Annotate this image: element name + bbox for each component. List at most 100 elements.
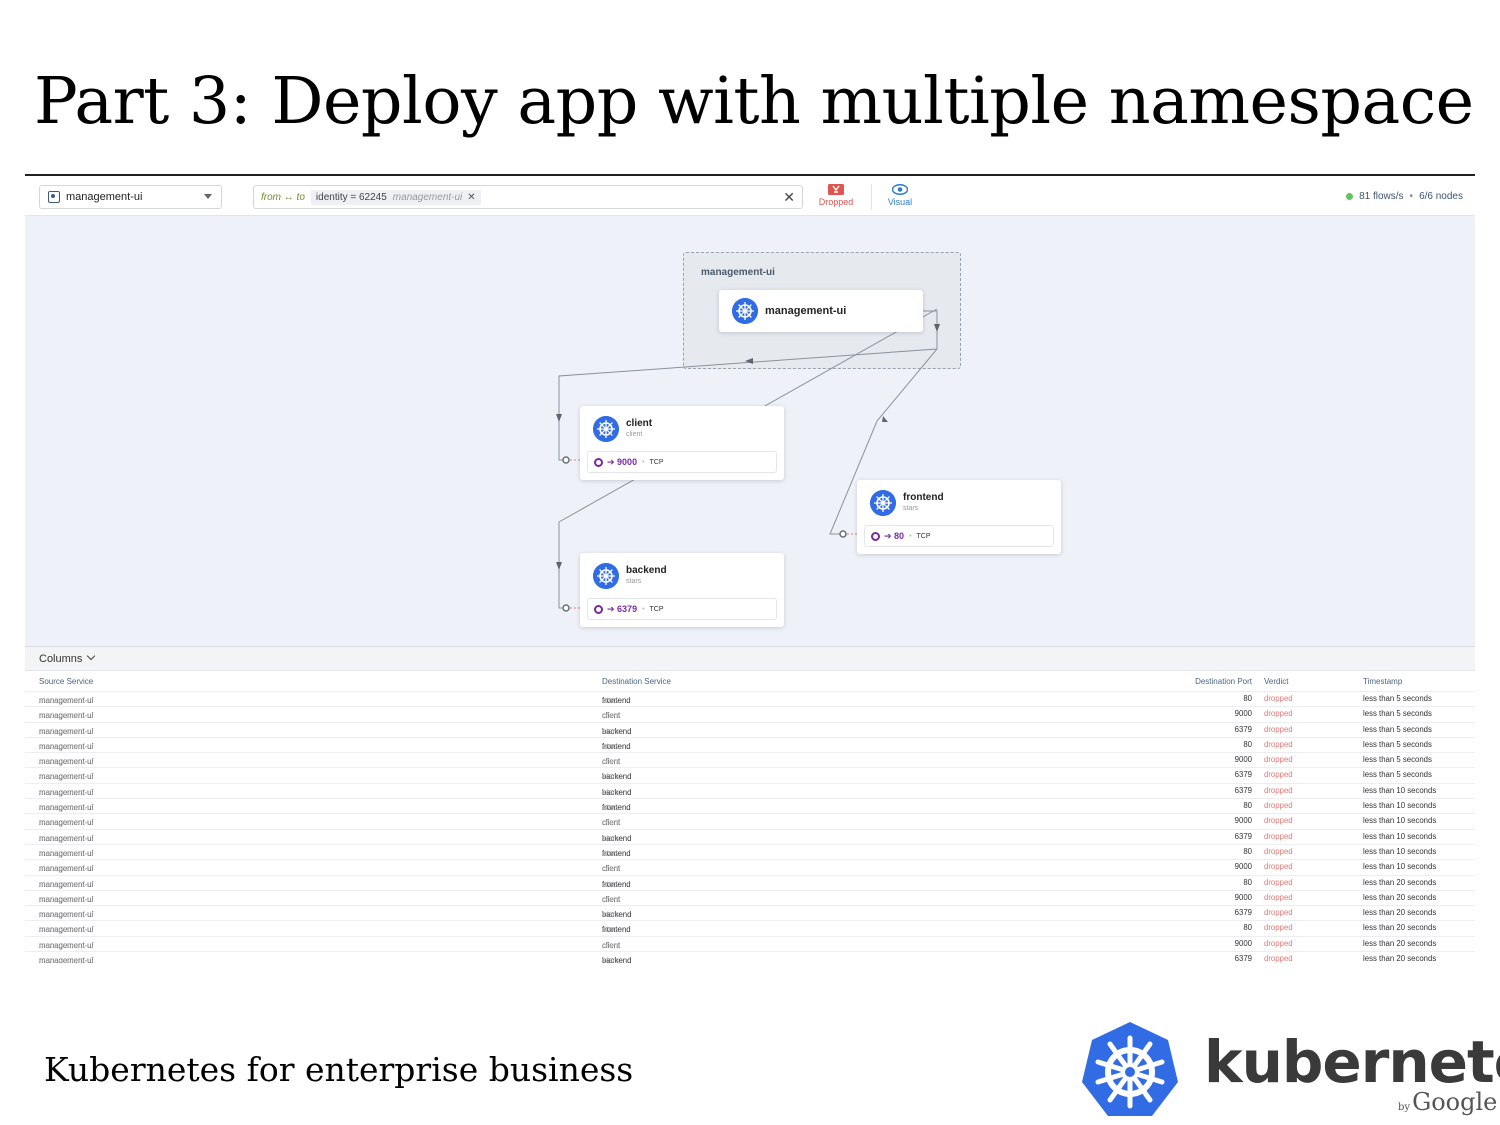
header-verdict[interactable]: Verdict [1264, 677, 1288, 686]
toolbar-divider [871, 184, 872, 210]
table-row[interactable]: management-ui management-ui backend stars… [25, 767, 1475, 782]
cell-verdict: dropped [1264, 831, 1293, 841]
cell-port: 6379 [1234, 785, 1252, 795]
namespace-select-value: management-ui [66, 191, 143, 203]
port-row[interactable]: ➔ 6379 • TCP [587, 598, 777, 620]
port-protocol: TCP [649, 458, 664, 466]
filter-tag[interactable]: identity = 62245 management-ui ✕ [310, 189, 481, 205]
cell-port: 9000 [1234, 755, 1252, 765]
table-body: management-ui management-ui frontend star… [25, 691, 1475, 963]
table-row[interactable]: management-ui management-ui backend stars… [25, 721, 1475, 737]
columns-button[interactable]: Columns [39, 651, 96, 665]
cell-port: 80 [1243, 923, 1252, 933]
destination-namespace: stars [602, 803, 619, 813]
flow-filter-input[interactable]: from ↔ to identity = 62245 management-ui… [253, 185, 803, 209]
kubernetes-wordmark: kubernetes [1204, 1028, 1500, 1096]
source-namespace: management-ui [39, 726, 94, 736]
node-name: management-ui [765, 305, 847, 317]
port-protocol: TCP [649, 605, 664, 613]
cell-verdict: dropped [1264, 938, 1293, 948]
cell-verdict: dropped [1264, 816, 1293, 826]
cell-port: 80 [1243, 877, 1252, 887]
table-header: Source Service Destination Service Desti… [25, 674, 1475, 692]
destination-namespace: stars [602, 787, 619, 797]
filter-direction[interactable]: from ↔ to [261, 192, 305, 203]
table-row[interactable]: management-ui management-ui client client… [25, 752, 1475, 767]
source-namespace: management-ui [39, 956, 94, 963]
namespace-select[interactable]: management-ui [39, 185, 222, 209]
port-protocol: TCP [916, 532, 931, 540]
table-row[interactable]: management-ui management-ui client client… [25, 889, 1475, 905]
node-management-ui[interactable]: management-ui [719, 290, 923, 332]
header-source[interactable]: Source Service [39, 677, 93, 686]
cell-verdict: dropped [1264, 770, 1293, 780]
port-arrow: ➔ [884, 530, 895, 541]
header-destination[interactable]: Destination Service [602, 677, 671, 686]
destination-namespace: stars [602, 741, 619, 751]
table-row[interactable]: management-ui management-ui backend stars… [25, 828, 1475, 844]
visual-view-button[interactable]: Visual [877, 184, 923, 207]
port-number: 6379 [617, 604, 638, 614]
destination-namespace: stars [602, 772, 619, 782]
destination-namespace: stars [602, 879, 619, 889]
node-name: frontend [903, 492, 944, 503]
header-port[interactable]: Destination Port [1195, 677, 1252, 686]
port-arrow: ➔ [607, 603, 618, 614]
cell-port: 9000 [1234, 816, 1252, 826]
cell-timestamp: less than 20 seconds [1363, 923, 1437, 933]
source-namespace: management-ui [39, 925, 94, 935]
port-row[interactable]: ➔ 9000 • TCP [587, 451, 777, 473]
cell-timestamp: less than 10 seconds [1363, 862, 1437, 872]
node-client[interactable]: client client ➔ 9000 • TCP [580, 406, 784, 480]
cell-verdict: dropped [1264, 801, 1293, 811]
port-number: 80 [894, 531, 905, 541]
table-row[interactable]: management-ui management-ui client client… [25, 935, 1475, 951]
destination-namespace: client [602, 711, 621, 721]
connector-dot [839, 530, 847, 538]
node-frontend[interactable]: frontend stars ➔ 80 • TCP [857, 480, 1061, 554]
dropped-filter-button[interactable]: Dropped [813, 184, 859, 207]
cell-verdict: dropped [1264, 877, 1293, 887]
port-row[interactable]: ➔ 80 • TCP [864, 525, 1054, 547]
table-row[interactable]: management-ui management-ui backend stars… [25, 951, 1475, 963]
table-row[interactable]: management-ui management-ui client client… [25, 859, 1475, 874]
kubernetes-icon [732, 298, 758, 324]
cell-port: 80 [1243, 846, 1252, 856]
cell-timestamp: less than 20 seconds [1363, 954, 1437, 963]
table-row[interactable]: management-ui management-ui frontend star… [25, 736, 1475, 752]
table-row[interactable]: management-ui management-ui client client… [25, 813, 1475, 828]
source-namespace: management-ui [39, 848, 94, 858]
table-row[interactable]: management-ui management-ui frontend star… [25, 843, 1475, 859]
source-namespace: management-ui [39, 757, 94, 767]
destination-namespace: stars [602, 910, 619, 920]
table-row[interactable]: management-ui management-ui frontend star… [25, 798, 1475, 813]
table-row[interactable]: management-ui management-ui frontend star… [25, 691, 1475, 706]
header-timestamp[interactable]: Timestamp [1363, 677, 1402, 686]
source-namespace: management-ui [39, 894, 94, 904]
destination-namespace: stars [602, 726, 619, 736]
table-row[interactable]: management-ui management-ui frontend star… [25, 874, 1475, 890]
columns-label: Columns [39, 653, 83, 665]
dropped-label: Dropped [818, 197, 854, 207]
cell-timestamp: less than 20 seconds [1363, 908, 1437, 918]
filter-tag-key: identity = 62245 [315, 191, 387, 203]
source-namespace: management-ui [39, 833, 94, 843]
table-row[interactable]: management-ui management-ui backend stars… [25, 782, 1475, 798]
hubble-ui-screenshot: management-ui from ↔ to identity = 62245… [25, 174, 1475, 963]
table-row[interactable]: management-ui management-ui frontend star… [25, 920, 1475, 935]
node-backend[interactable]: backend stars ➔ 6379 • TCP [580, 553, 784, 627]
service-map[interactable]: management-ui management-ui client clien… [25, 216, 1475, 646]
destination-namespace: client [602, 894, 621, 904]
source-namespace: management-ui [39, 741, 94, 751]
remove-tag-icon[interactable]: ✕ [467, 192, 475, 203]
cell-timestamp: less than 10 seconds [1363, 846, 1437, 856]
clear-filter-icon[interactable]: ✕ [783, 189, 795, 206]
destination-namespace: stars [602, 848, 619, 858]
destination-namespace: client [602, 818, 621, 828]
port-arrow: ➔ [607, 456, 618, 467]
kubernetes-icon [593, 416, 619, 442]
table-row[interactable]: management-ui management-ui client client… [25, 706, 1475, 721]
cell-port: 80 [1243, 801, 1252, 811]
cell-timestamp: less than 10 seconds [1363, 816, 1437, 826]
table-row[interactable]: management-ui management-ui backend stars… [25, 905, 1475, 920]
